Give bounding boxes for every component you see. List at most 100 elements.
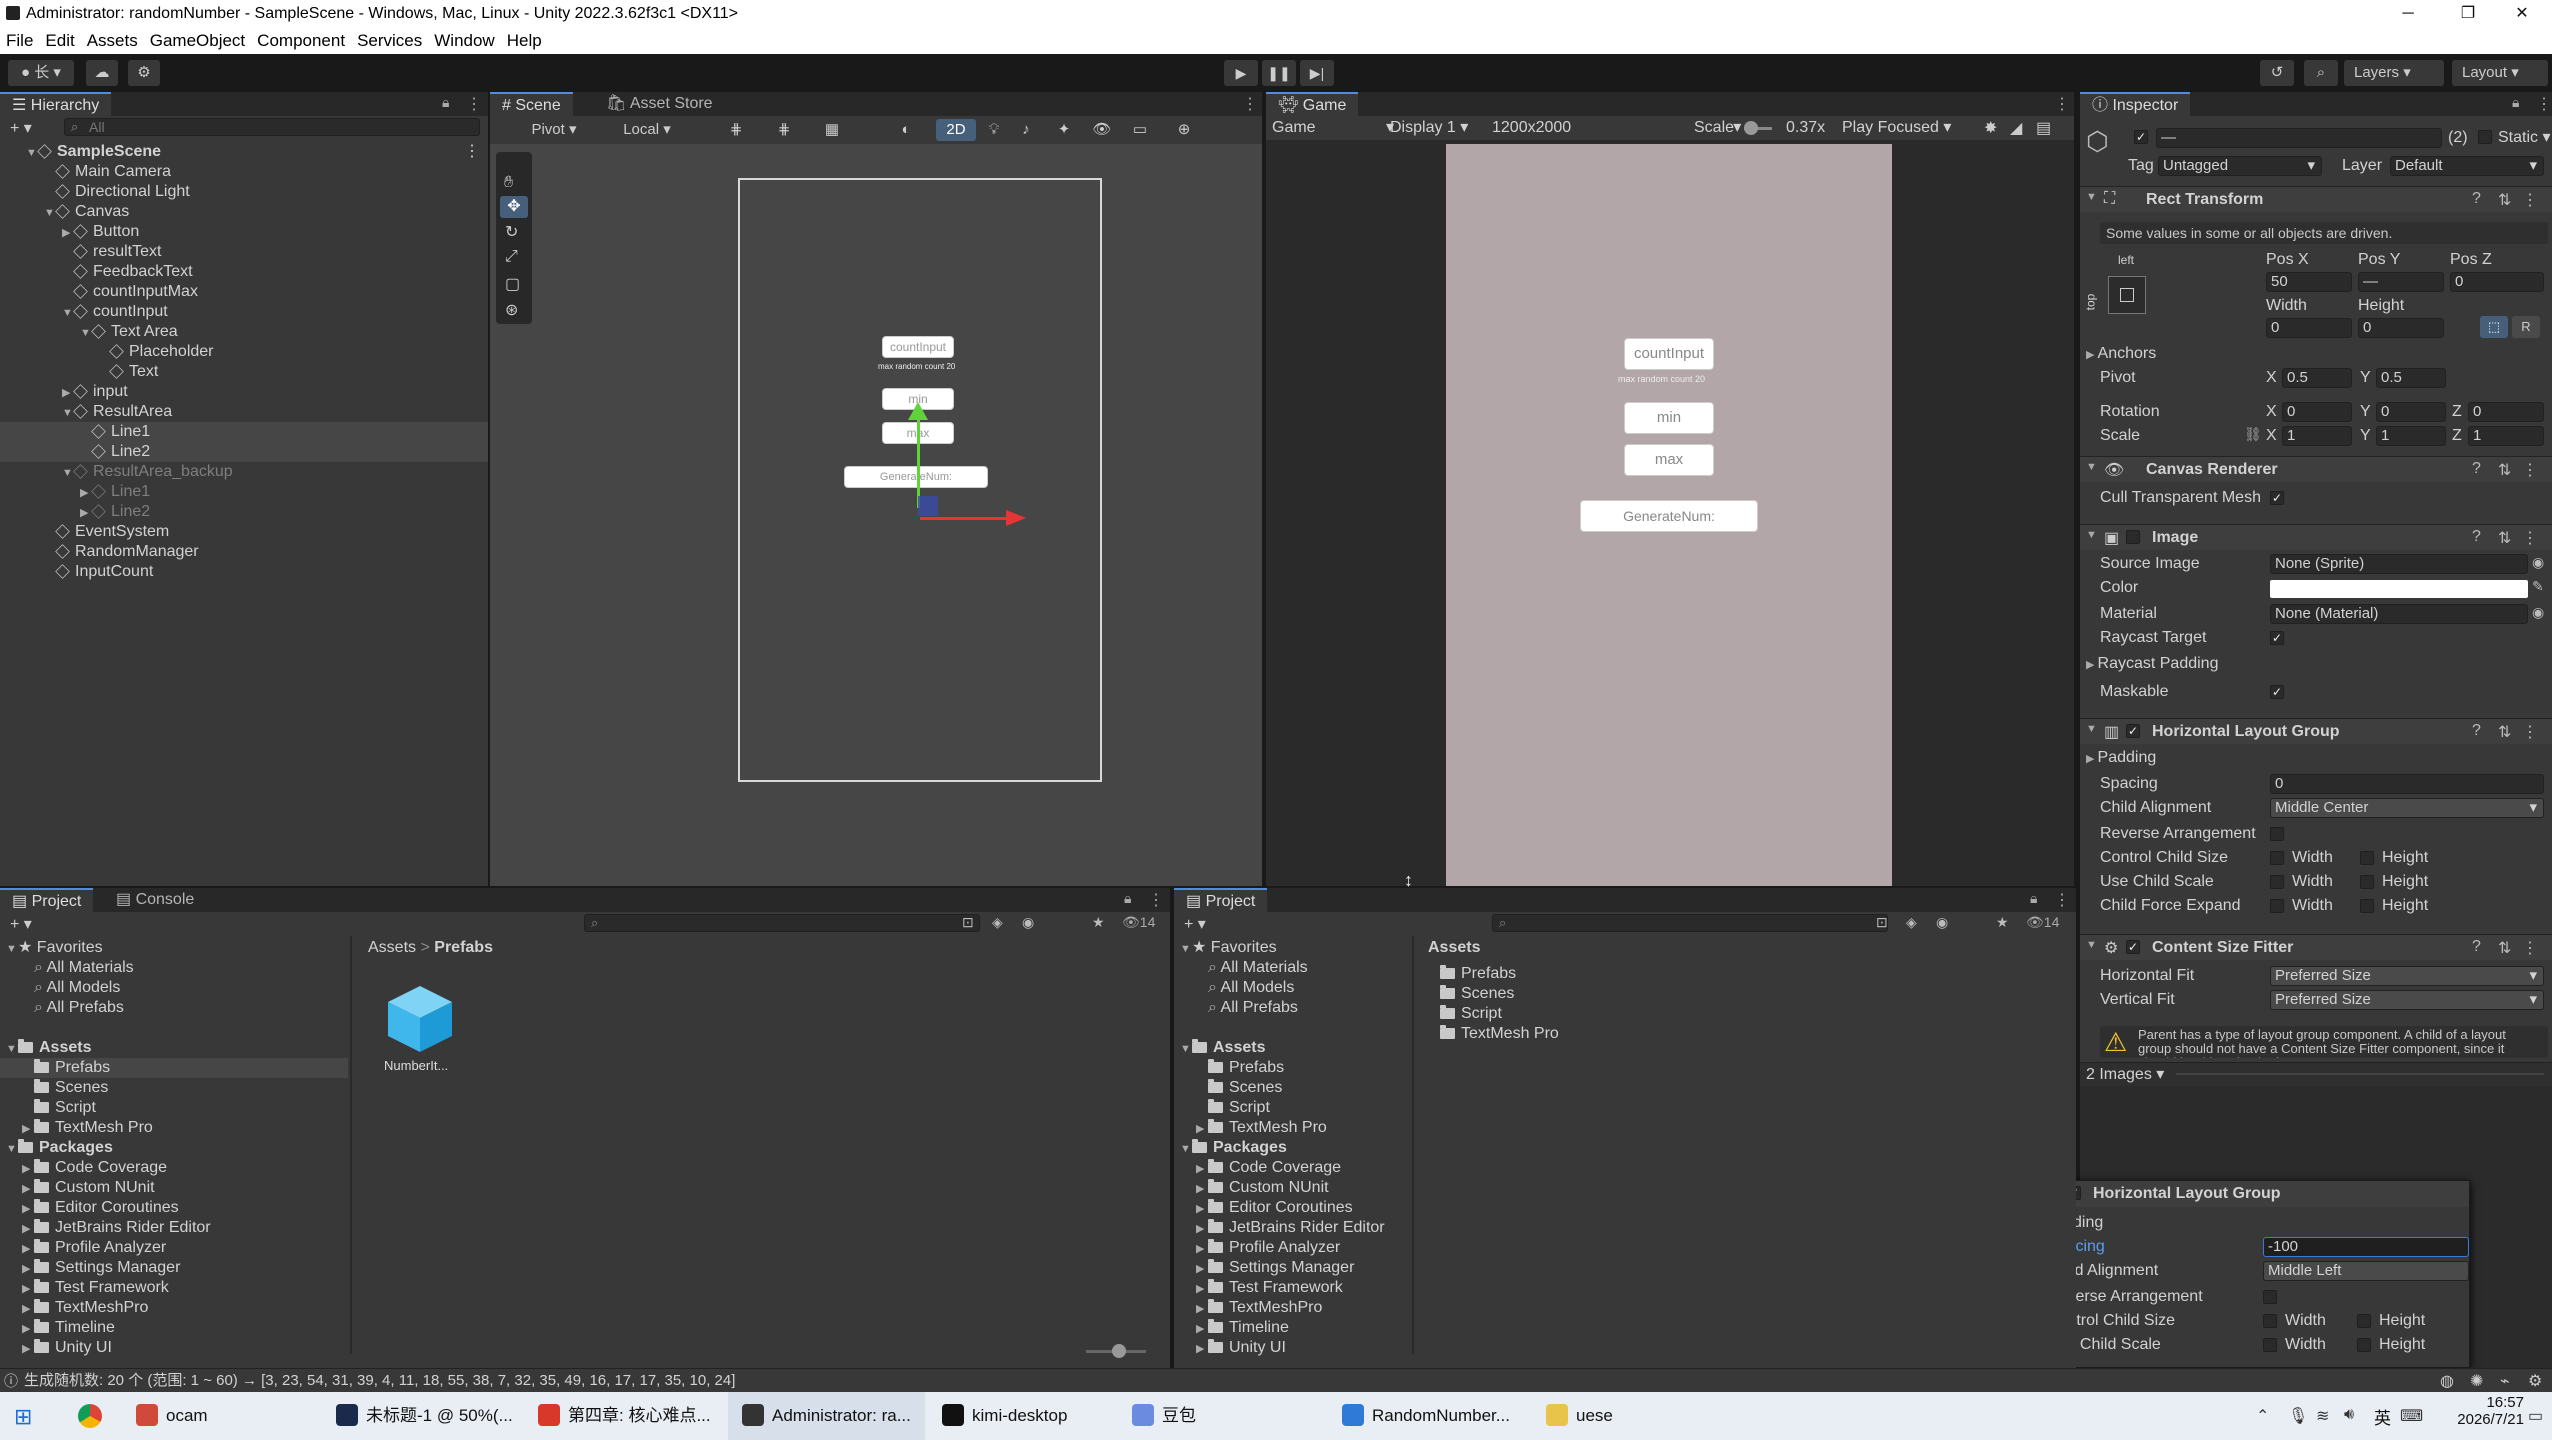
preset-icon[interactable]: ⇅ xyxy=(2498,190,2511,210)
component-menu-icon[interactable]: ⋮ xyxy=(2522,460,2538,480)
more-icon[interactable]: ⋮ xyxy=(2536,94,2552,114)
tab-project-2[interactable]: ▤ Project xyxy=(1174,888,1268,912)
foldout-arrow-icon[interactable]: ▶ xyxy=(62,383,74,403)
project-tree-item[interactable]: ▶ Unity UI xyxy=(1174,1338,1410,1358)
menu-assets[interactable]: Assets xyxy=(81,28,144,52)
taskbar-app[interactable]: 第四章: 核心难点... xyxy=(538,1392,711,1440)
csf-header[interactable]: ▼ ⚙ ✓ Content Size Fitter ? ⇅ ⋮ xyxy=(2080,934,2552,960)
scale-height-checkbox[interactable] xyxy=(2360,875,2374,889)
foldout-arrow-icon[interactable]: ▶ xyxy=(80,483,92,503)
project-tree-item[interactable]: Prefabs xyxy=(0,1058,348,1078)
project-tree-item[interactable]: ▶ Custom NUnit xyxy=(1174,1178,1410,1198)
debug-icon[interactable]: ✺ xyxy=(2470,1371,2483,1391)
hierarchy-item[interactable]: ▼ countInput xyxy=(0,302,488,322)
project-tree-item[interactable]: ▶ Test Framework xyxy=(0,1278,348,1298)
more-icon[interactable]: ⋮ xyxy=(2054,890,2070,910)
asset-folder[interactable]: Prefabs xyxy=(1440,964,1516,984)
object-picker-icon[interactable]: ◉ xyxy=(2532,554,2544,571)
gizmos-icon[interactable]: ⊕ xyxy=(1164,119,1204,141)
material-field[interactable]: None (Material) xyxy=(2270,604,2528,624)
hierarchy-item[interactable]: ▼ SampleScene ⋮ xyxy=(0,142,488,162)
hierarchy-item[interactable]: ▶ input xyxy=(0,382,488,402)
hierarchy-item[interactable]: FeedbackText xyxy=(0,262,488,282)
posx-field[interactable]: 50 xyxy=(2266,272,2352,292)
menu-component[interactable]: Component xyxy=(251,28,351,52)
project-tree-item[interactable]: ▶ Code Coverage xyxy=(0,1158,348,1178)
popup-child-alignment-dropdown[interactable]: Middle Left xyxy=(2263,1261,2469,1281)
hierarchy-item[interactable]: Line2 xyxy=(0,442,488,462)
preset-icon[interactable]: ⇅ xyxy=(2498,722,2511,742)
hierarchy-item[interactable]: ▶ Line2 xyxy=(0,502,488,522)
tab-console[interactable]: ▤ Console xyxy=(104,888,207,912)
help-icon[interactable]: ? xyxy=(2472,190,2481,208)
eyedropper-icon[interactable]: ✎ xyxy=(2532,578,2544,595)
preset-icon[interactable]: ⇅ xyxy=(2498,460,2511,480)
image-enabled-checkbox[interactable] xyxy=(2126,530,2140,544)
add-object-button[interactable]: + ▾ xyxy=(10,118,32,138)
audio-icon[interactable]: ♪ xyxy=(1012,119,1040,141)
foldout-arrow-icon[interactable]: ▶ xyxy=(80,503,92,523)
foldout-arrow-icon[interactable]: ▶ xyxy=(1196,1179,1208,1199)
taskbar-app[interactable]: kimi-desktop xyxy=(942,1392,1067,1440)
taskbar-app[interactable]: 未标题-1 @ 50%(... xyxy=(336,1392,513,1440)
local-dropdown[interactable]: Local ▾ xyxy=(604,119,690,141)
grid-snap-icon[interactable]: ⋕ xyxy=(716,119,756,141)
popup-scale-height-checkbox[interactable] xyxy=(2357,1338,2371,1352)
mode-2d-toggle[interactable]: 2D xyxy=(936,119,976,141)
more-icon[interactable]: ⋮ xyxy=(466,94,482,114)
foldout-arrow-icon[interactable]: ▶ xyxy=(22,1279,34,1299)
link-icon[interactable]: ⛓︎ xyxy=(2244,426,2262,443)
help-icon[interactable]: ? xyxy=(2472,722,2481,740)
foldout-arrow-icon[interactable]: ▼ xyxy=(1180,1039,1192,1059)
foldout-arrow-icon[interactable]: ▶ xyxy=(1196,1119,1208,1139)
foldout-arrow-icon[interactable]: ▶ xyxy=(22,1339,34,1359)
foldout-arrow-icon[interactable]: ▶ xyxy=(22,1159,34,1179)
menu-services[interactable]: Services xyxy=(351,28,428,52)
foldout-arrow-icon[interactable]: ▼ xyxy=(6,1039,18,1059)
hierarchy-item[interactable]: ▼ ResultArea xyxy=(0,402,488,422)
project-tree-item[interactable]: ▶ Editor Coroutines xyxy=(0,1198,348,1218)
project-tree-item[interactable]: ▶ TextMeshPro xyxy=(0,1298,348,1318)
object-picker-icon[interactable]: ◉ xyxy=(2532,604,2544,621)
project-tree-item[interactable]: Script xyxy=(1174,1098,1410,1118)
spacing-field[interactable]: 0 xyxy=(2270,774,2544,794)
hierarchy-item[interactable]: ▼ Text Area xyxy=(0,322,488,342)
hierarchy-item[interactable]: ▶ Line1 xyxy=(0,482,488,502)
pivot-x-field[interactable]: 0.5 xyxy=(2282,368,2352,388)
tree-splitter[interactable] xyxy=(350,936,352,1354)
hierarchy-item[interactable]: countInputMax xyxy=(0,282,488,302)
control-width-checkbox[interactable] xyxy=(2270,851,2284,865)
filter-icon[interactable]: ◉ xyxy=(1022,914,1034,931)
project-tree-item[interactable]: ▶ Timeline xyxy=(1174,1318,1410,1338)
project-tree-item[interactable]: ▶ Code Coverage xyxy=(1174,1158,1410,1178)
move-gizmo-y-axis[interactable] xyxy=(917,414,920,508)
project-tree-item[interactable]: ▶ TextMesh Pro xyxy=(1174,1118,1410,1138)
project-tree-item[interactable]: ▶ Editor Coroutines xyxy=(1174,1198,1410,1218)
padding-foldout[interactable]: ▶ Padding xyxy=(2086,748,2156,769)
project-tree-item[interactable]: ▶ Profile Analyzer xyxy=(1174,1238,1410,1258)
foldout-arrow-icon[interactable]: ▶ xyxy=(22,1319,34,1339)
taskbar-app[interactable]: 豆包 xyxy=(1132,1392,1196,1440)
vfit-dropdown[interactable]: Preferred Size ▾ xyxy=(2270,990,2544,1010)
component-menu-icon[interactable]: ⋮ xyxy=(2522,938,2538,958)
project-tree-item[interactable]: ▼★ Favorites xyxy=(1174,938,1410,958)
pivot-y-field[interactable]: 0.5 xyxy=(2376,368,2446,388)
foldout-arrow-icon[interactable]: ▶ xyxy=(1196,1159,1208,1179)
child-alignment-dropdown[interactable]: Middle Center ▾ xyxy=(2270,798,2544,818)
taskbar-app[interactable]: RandomNumber... xyxy=(1342,1392,1510,1440)
more-icon[interactable]: ⋮ xyxy=(1148,890,1164,910)
foldout-arrow-icon[interactable]: ▶ xyxy=(1196,1239,1208,1259)
tab-project[interactable]: ▤ Project xyxy=(0,888,94,912)
anchor-presets-button[interactable] xyxy=(2108,276,2146,314)
foldout-arrow-icon[interactable]: ▶ xyxy=(62,223,74,243)
project-tree-item[interactable]: ▼ Assets xyxy=(1174,1038,1410,1058)
project-tree-item[interactable]: ▼ Packages xyxy=(1174,1138,1410,1158)
component-menu-icon[interactable]: ⋮ xyxy=(2522,528,2538,548)
favorites-icon[interactable]: ★ xyxy=(1092,914,1105,931)
project-tree-item[interactable]: ▶ Settings Manager xyxy=(1174,1258,1410,1278)
ime-indicator[interactable]: 英 xyxy=(2374,1404,2391,1429)
more-icon[interactable]: ⋮ xyxy=(1242,94,1258,114)
more-icon[interactable]: ⋮ xyxy=(2054,94,2070,114)
chrome-icon[interactable] xyxy=(78,1404,102,1428)
foldout-arrow-icon[interactable]: ▼ xyxy=(44,203,56,223)
